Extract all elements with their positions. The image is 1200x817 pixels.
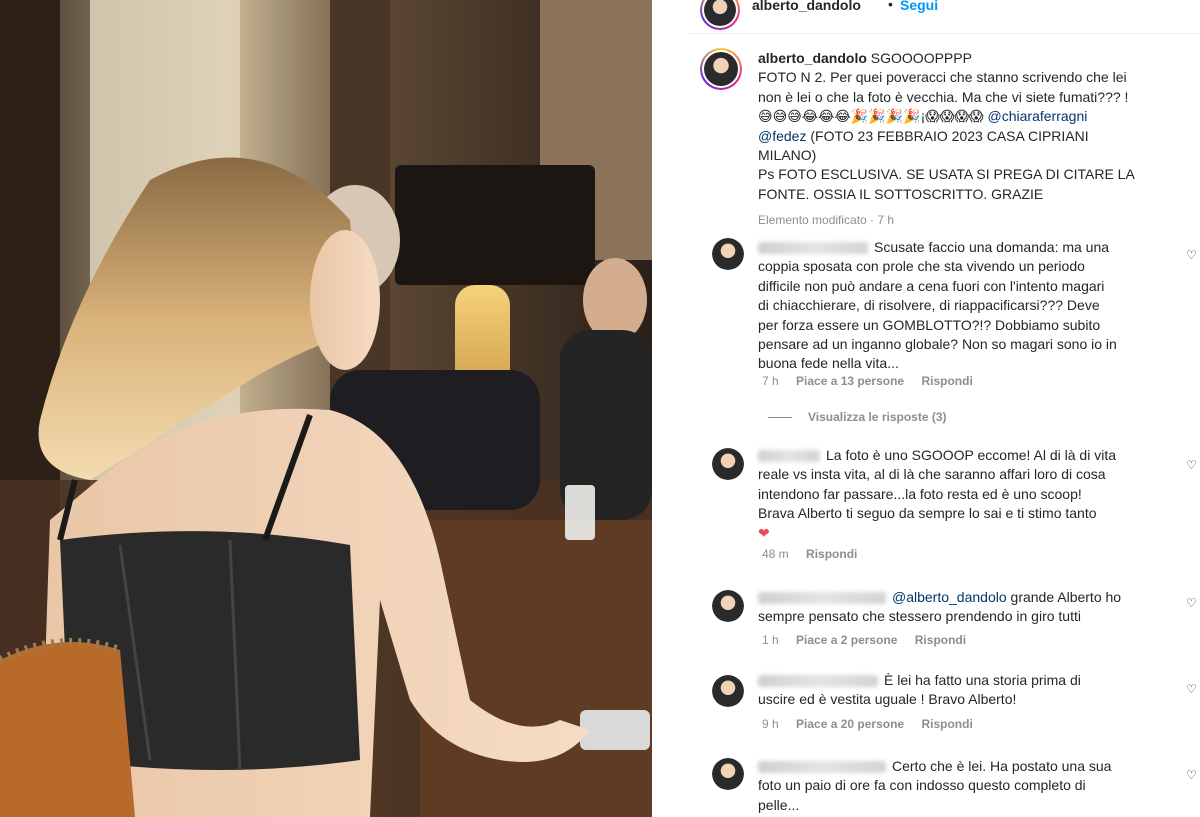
avatar-icon — [704, 52, 738, 86]
comment-avatar[interactable] — [712, 448, 744, 480]
mention-chiaraferragni[interactable]: @chiaraferragni — [988, 108, 1088, 124]
comment-likes[interactable]: Piace a 2 persone — [796, 633, 897, 647]
comment-likes[interactable]: Piace a 20 persone — [796, 717, 904, 731]
reply-button[interactable]: Rispondi — [921, 374, 972, 388]
header-divider — [688, 33, 1200, 34]
comment-avatar[interactable] — [712, 758, 744, 790]
reply-button[interactable]: Rispondi — [806, 547, 857, 561]
view-replies-button[interactable]: Visualizza le risposte (3) — [768, 410, 947, 424]
header-separator: • — [888, 0, 893, 12]
comment-text: Brava Alberto ti seguo da sempre lo sai … — [758, 505, 1097, 522]
avatar-icon — [712, 675, 744, 707]
follow-button[interactable]: Segui — [900, 0, 938, 13]
comment-username-blurred[interactable] — [758, 675, 878, 688]
comment-text: È lei ha fatto una storia prima di — [884, 672, 1081, 688]
heart-outline-icon[interactable]: ♡ — [1186, 768, 1197, 782]
comment-text: grande Alberto ho — [1010, 589, 1122, 605]
comment-time: 48 m — [762, 547, 789, 561]
comment-text: difficile non può andare a cena fuori co… — [758, 277, 1105, 294]
mention-fedez[interactable]: @fedez — [758, 128, 806, 144]
avatar-icon — [712, 448, 744, 480]
header-username[interactable]: alberto_dandolo — [752, 0, 861, 13]
comment-likes[interactable]: Piace a 13 persone — [796, 374, 904, 388]
comment-text: coppia sposata con prole che sta vivendo… — [758, 258, 1085, 275]
comment-username-blurred[interactable] — [758, 450, 820, 463]
heart-outline-icon[interactable]: ♡ — [1186, 248, 1197, 262]
comment-username-blurred[interactable] — [758, 592, 886, 605]
avatar-icon — [704, 0, 736, 26]
comment-text: per forza essere un GOMBLOTTO?!? Dobbiam… — [758, 316, 1101, 333]
caption-text-6: Ps FOTO ESCLUSIVA. SE USATA SI PREGA DI … — [758, 166, 1135, 183]
header-avatar[interactable] — [700, 0, 740, 30]
caption-text-1: SGOOOOPPPP — [870, 50, 972, 66]
comment-5: Certo che è lei. Ha postato una sua foto… — [758, 757, 1170, 815]
comment-text: sempre pensato che stessero prendendo in… — [758, 608, 1081, 625]
comment-time: 1 h — [762, 633, 779, 647]
post-header: alberto_dandolo • Segui — [700, 0, 1200, 30]
caption-text-5: MILANO) — [758, 147, 817, 164]
avatar-icon — [712, 590, 744, 622]
comment-avatar[interactable] — [712, 590, 744, 622]
comment-text: intendono far passare...la foto resta ed… — [758, 485, 1082, 502]
heart-outline-icon[interactable]: ♡ — [1186, 458, 1197, 472]
caption-edited: Elemento modificato · 7 h — [758, 213, 895, 227]
comment-text: Scusate faccio una domanda: ma una — [874, 239, 1110, 255]
comment-username-blurred[interactable] — [758, 242, 868, 255]
caption-username[interactable]: alberto_dandolo — [758, 50, 867, 66]
mention-alberto-dandolo[interactable]: @alberto_dandolo — [892, 589, 1007, 605]
comment-text: buona fede nella vita... — [758, 355, 899, 372]
comment-text: Certo che è lei. Ha postato una sua — [892, 758, 1112, 774]
comment-time: 7 h — [762, 374, 779, 388]
comment-text: reale vs insta vita, al di là che sarann… — [758, 466, 1106, 483]
caption-text-2: FOTO N 2. Per quei poveracci che stanno … — [758, 69, 1127, 86]
caption-avatar[interactable] — [700, 48, 742, 90]
comment-text: La foto è uno SGOOOP eccome! Al di là di… — [826, 447, 1117, 463]
caption-text-7: FONTE. OSSIA IL SOTTOSCRITTO. GRAZIE — [758, 185, 1044, 202]
replies-line — [768, 417, 792, 419]
view-replies-label: Visualizza le risposte (3) — [808, 410, 947, 424]
heart-outline-icon[interactable]: ♡ — [1186, 682, 1197, 696]
comment-3: @alberto_dandolo grande Alberto ho sempr… — [758, 588, 1170, 627]
comment-avatar[interactable] — [712, 675, 744, 707]
heart-outline-icon[interactable]: ♡ — [1186, 596, 1197, 610]
comment-text: uscire ed è vestita uguale ! Bravo Alber… — [758, 691, 1017, 708]
red-heart-emoji: ❤ — [758, 524, 770, 541]
comment-4: È lei ha fatto una storia prima di uscir… — [758, 671, 1170, 710]
reply-button[interactable]: Rispondi — [921, 717, 972, 731]
photo-illustration — [0, 0, 652, 817]
comment-meta: 9 h Piace a 20 persone Rispondi — [762, 717, 987, 731]
comment-text: di chiacchierare, di risolvere, di riapp… — [758, 297, 1100, 314]
avatar-icon — [712, 758, 744, 790]
comment-meta: 48 m Rispondi — [762, 547, 871, 561]
comment-meta: 1 h Piace a 2 persone Rispondi — [762, 633, 980, 647]
caption-text-4: (FOTO 23 FEBBRAIO 2023 CASA CIPRIANI — [810, 127, 1089, 144]
caption: alberto_dandolo SGOOOOPPPP FOTO N 2. Per… — [758, 49, 1178, 204]
comment-meta: 7 h Piace a 13 persone Rispondi — [762, 374, 987, 388]
caption-emojis: 😅😅😅😂😂😂🎉🎉🎉🎉¡😱😱😱😱 — [758, 108, 984, 125]
comment-time: 9 h — [762, 717, 779, 731]
comment-text: foto un paio di ore fa con indosso quest… — [758, 777, 1086, 794]
reply-button[interactable]: Rispondi — [915, 633, 966, 647]
post-photo[interactable] — [0, 0, 652, 817]
comment-text: pelle... — [758, 796, 800, 813]
comment-avatar[interactable] — [712, 238, 744, 270]
comment-username-blurred[interactable] — [758, 761, 886, 774]
caption-text-3: non è lei o che la foto è vecchia. Ma ch… — [758, 88, 1129, 105]
comment-2: La foto è uno SGOOOP eccome! Al di là di… — [758, 446, 1170, 543]
avatar-icon — [712, 238, 744, 270]
comment-1: Scusate faccio una domanda: ma una coppi… — [758, 238, 1170, 374]
comment-text: pensare ad un inganno globale? Non so ma… — [758, 336, 1117, 353]
